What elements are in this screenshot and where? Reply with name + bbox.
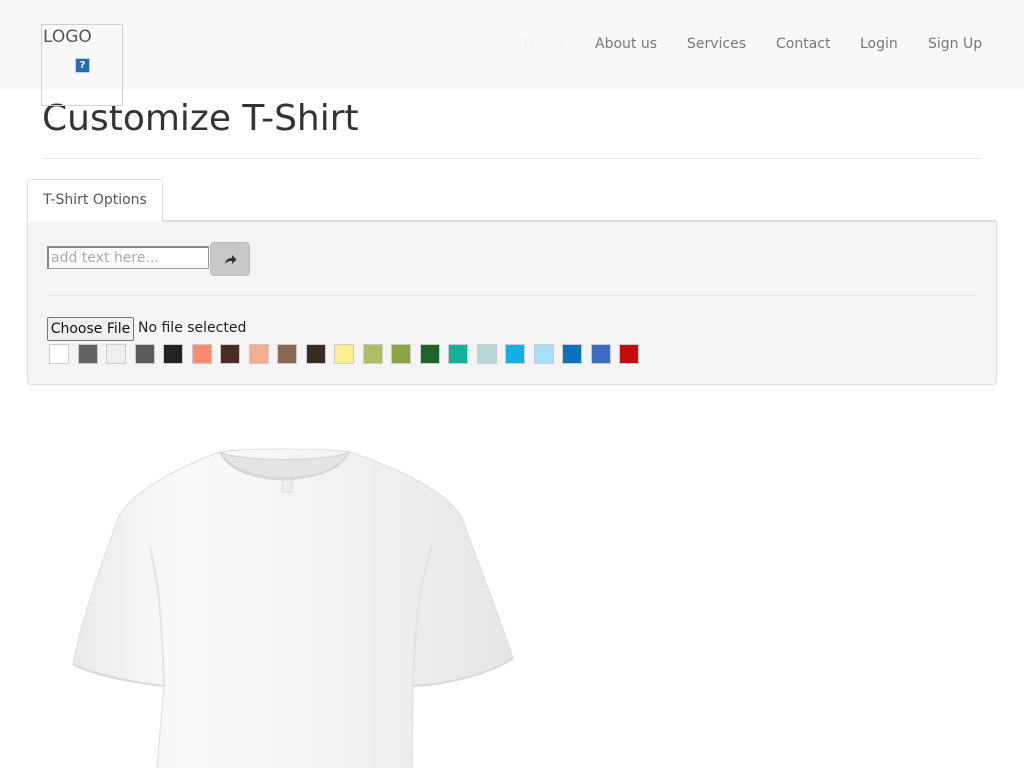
nav-link-about-us[interactable]: About us [595,35,657,53]
color-swatch[interactable] [49,344,69,364]
tshirt-image [72,448,514,768]
color-swatch[interactable] [391,344,411,364]
color-swatch[interactable] [505,344,525,364]
add-text-input[interactable] [47,246,209,269]
tshirt-preview [70,448,516,768]
nav-menu: Home About us Services Contact Login Sig… [0,35,1024,55]
options-panel: Choose File No file selected [27,221,997,385]
nav-link-login[interactable]: Login [860,35,898,53]
nav-link-sign-up[interactable]: Sign Up [928,35,982,53]
color-swatch[interactable] [420,344,440,364]
color-swatch[interactable] [534,344,554,364]
nav-link-services[interactable]: Services [687,35,746,53]
color-swatch[interactable] [135,344,155,364]
color-swatches [49,344,649,364]
add-text-button[interactable] [210,242,250,276]
logo[interactable]: LOGO ? [41,24,123,106]
color-swatch[interactable] [277,344,297,364]
navbar: Home About us Services Contact Login Sig… [0,0,1024,90]
nav-link-home[interactable]: Home [524,35,565,53]
color-swatch[interactable] [591,344,611,364]
color-swatch[interactable] [249,344,269,364]
nav-link-contact[interactable]: Contact [776,35,830,53]
panel-divider [47,295,977,296]
color-swatch[interactable] [78,344,98,364]
logo-text: LOGO [43,27,92,47]
file-status-text: No file selected [138,320,247,336]
color-swatch[interactable] [562,344,582,364]
color-swatch[interactable] [163,344,183,364]
color-swatch[interactable] [306,344,326,364]
color-swatch[interactable] [192,344,212,364]
color-swatch[interactable] [619,344,639,364]
color-swatch[interactable] [220,344,240,364]
tab-tshirt-options[interactable]: T-Shirt Options [27,179,163,222]
color-swatch[interactable] [106,344,126,364]
broken-image-icon: ? [75,58,90,73]
color-swatch[interactable] [334,344,354,364]
color-swatch[interactable] [363,344,383,364]
title-divider [42,158,982,159]
choose-file-button[interactable]: Choose File [47,317,134,341]
color-swatch[interactable] [477,344,497,364]
share-arrow-icon [225,255,237,264]
color-swatch[interactable] [448,344,468,364]
